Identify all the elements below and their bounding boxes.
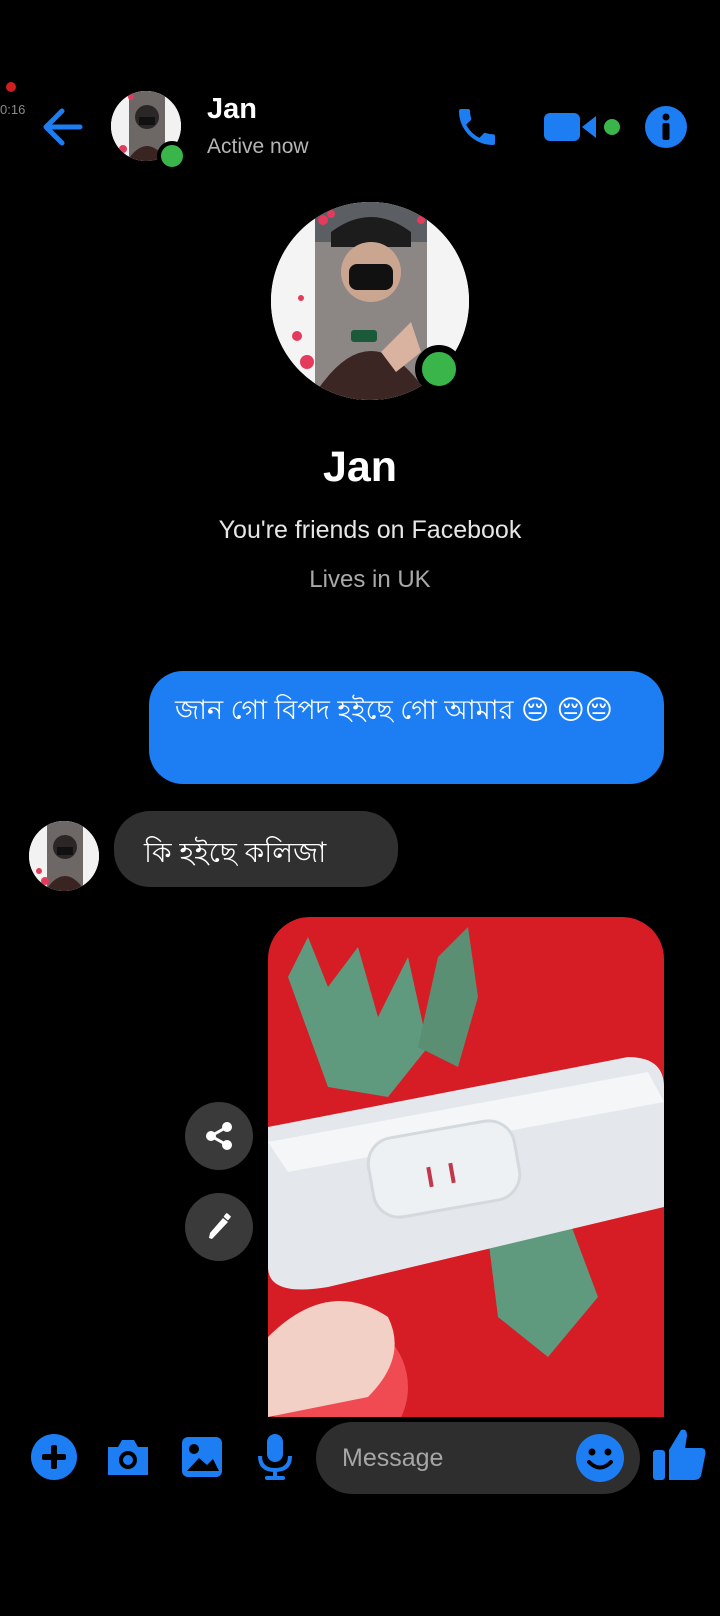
incoming-avatar (29, 821, 99, 891)
microphone-icon[interactable] (248, 1430, 302, 1484)
share-icon[interactable] (185, 1102, 253, 1170)
phone-icon[interactable] (450, 100, 504, 154)
camera-icon[interactable] (101, 1430, 155, 1484)
recording-dot (6, 82, 16, 92)
photo-message[interactable] (268, 917, 664, 1417)
online-status-dot (157, 141, 187, 171)
profile-online-dot (415, 345, 463, 393)
thumbs-up-icon[interactable] (647, 1422, 711, 1486)
recording-time: 0:16 (0, 102, 26, 117)
incoming-message[interactable]: কি হইছে কলিজা (114, 811, 398, 887)
emoji-icon[interactable] (575, 1433, 625, 1483)
active-status: Active now (207, 135, 309, 158)
gallery-icon[interactable] (175, 1430, 229, 1484)
contact-name[interactable]: Jan (207, 93, 257, 126)
edit-pencil-icon[interactable] (185, 1193, 253, 1261)
location-info: Lives in UK (309, 566, 431, 593)
info-icon[interactable] (643, 104, 689, 150)
message-text-field[interactable] (340, 1442, 574, 1474)
back-arrow-icon[interactable] (38, 103, 86, 151)
profile-name: Jan (322, 443, 398, 491)
friends-status: You're friends on Facebook (218, 516, 522, 544)
plus-icon[interactable] (27, 1430, 81, 1484)
video-camera-icon[interactable] (542, 105, 624, 149)
outgoing-message[interactable]: জান গো বিপদ হইছে গো আমার 😔 😔😔 (149, 671, 664, 784)
